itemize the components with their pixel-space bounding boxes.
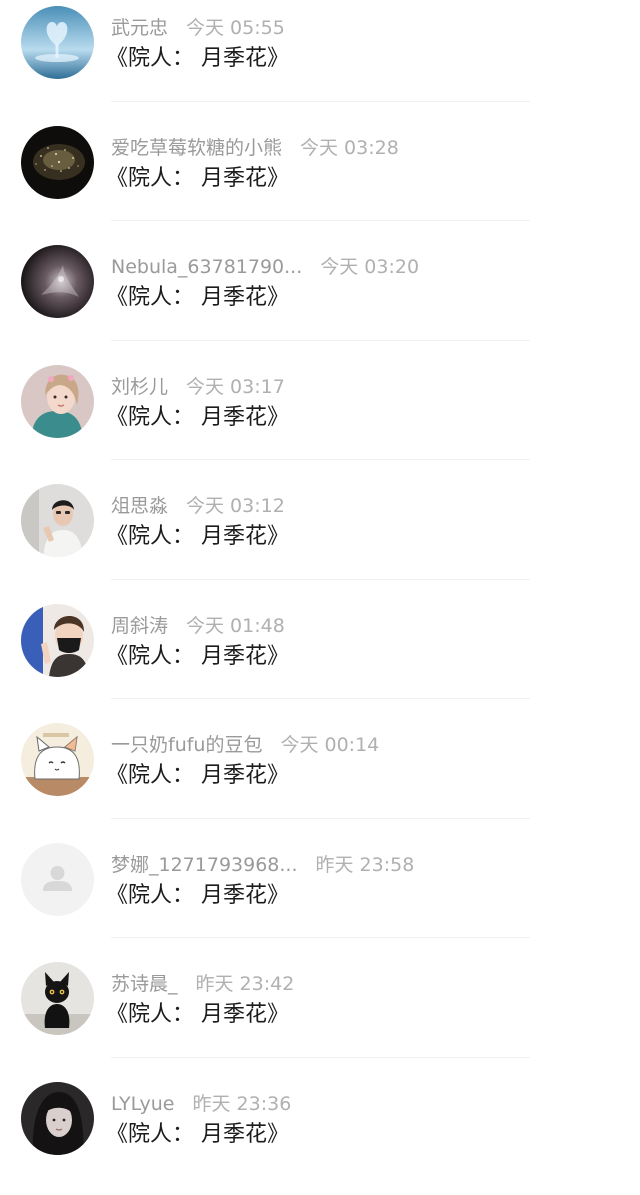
timestamp: 今天 03:20 [320, 256, 419, 278]
comment-item[interactable]: 一只奶fufu的豆包今天 00:14 《院人： 月季花》 [0, 717, 640, 837]
divider [111, 220, 530, 221]
username[interactable]: 刘杉儿 [111, 376, 168, 398]
comment-item[interactable]: 俎思淼今天 03:12 《院人： 月季花》 [0, 478, 640, 598]
username[interactable]: Nebula_63781790... [111, 256, 302, 278]
username[interactable]: 苏诗晨_ [111, 973, 178, 995]
comment-text: 《院人： 月季花》 [106, 881, 289, 911]
default-user-avatar[interactable] [21, 843, 94, 916]
comment-item[interactable]: 爱吃草莓软糖的小熊今天 03:28 《院人： 月季花》 [0, 120, 640, 240]
timestamp: 今天 05:55 [186, 17, 285, 39]
comment-text: 《院人： 月季花》 [106, 1120, 289, 1150]
dark-sparkle-avatar[interactable] [21, 126, 94, 199]
comment-text: 《院人： 月季花》 [106, 403, 289, 433]
comment-item[interactable]: Nebula_63781790... 今天 03:20 《院人： 月季花》 [0, 239, 640, 359]
timestamp: 今天 03:28 [300, 137, 399, 159]
comment-item[interactable]: 武元忠今天 05:55 《院人： 月季花》 [0, 0, 640, 120]
comment-item[interactable]: 周斜涛今天 01:48 《院人： 月季花》 [0, 598, 640, 718]
comment-item[interactable]: 梦娜_1271793968... 昨天 23:58 《院人： 月季花》 [0, 837, 640, 957]
divider [111, 937, 530, 938]
boy-photo-avatar[interactable] [21, 484, 94, 557]
username[interactable]: 俎思淼 [111, 495, 168, 517]
water-heart-avatar[interactable] [21, 6, 94, 79]
divider [111, 340, 530, 341]
divider [111, 1057, 530, 1058]
comment-text: 《院人： 月季花》 [106, 761, 289, 791]
divider [111, 818, 530, 819]
divider [111, 459, 530, 460]
comment-text: 《院人： 月季花》 [106, 164, 289, 194]
username[interactable]: 周斜涛 [111, 615, 168, 637]
comment-text: 《院人： 月季花》 [106, 642, 289, 672]
dark-portrait-avatar[interactable] [21, 1082, 94, 1155]
comment-text: 《院人： 月季花》 [106, 283, 289, 313]
comment-item[interactable]: LYLyue 昨天 23:36 《院人： 月季花》 [0, 1076, 640, 1195]
divider [111, 101, 530, 102]
cartoon-cat-avatar[interactable] [21, 723, 94, 796]
timestamp: 昨天 23:58 [316, 854, 415, 876]
username[interactable]: 爱吃草莓软糖的小熊 [111, 137, 282, 159]
girl-selfie-avatar[interactable] [21, 365, 94, 438]
username[interactable]: 一只奶fufu的豆包 [111, 734, 262, 756]
timestamp: 今天 00:14 [280, 734, 379, 756]
timestamp: 今天 03:12 [186, 495, 285, 517]
comment-item[interactable]: 刘杉儿今天 03:17 《院人： 月季花》 [0, 359, 640, 479]
nebula-avatar[interactable] [21, 245, 94, 318]
black-cat-avatar[interactable] [21, 962, 94, 1035]
comment-text: 《院人： 月季花》 [106, 522, 289, 552]
comment-item[interactable]: 苏诗晨_ 昨天 23:42 《院人： 月季花》 [0, 956, 640, 1076]
username[interactable]: LYLyue [111, 1093, 175, 1115]
divider [111, 698, 530, 699]
divider [111, 579, 530, 580]
comment-text: 《院人： 月季花》 [106, 1000, 289, 1030]
timestamp: 今天 03:17 [186, 376, 285, 398]
masked-person-avatar[interactable] [21, 604, 94, 677]
comment-list: 武元忠今天 05:55 《院人： 月季花》 爱吃草莓软糖的小熊今天 03:28 … [0, 0, 640, 1195]
username[interactable]: 武元忠 [111, 17, 168, 39]
timestamp: 昨天 23:36 [193, 1093, 292, 1115]
username[interactable]: 梦娜_1271793968... [111, 854, 298, 876]
timestamp: 今天 01:48 [186, 615, 285, 637]
comment-text: 《院人： 月季花》 [106, 44, 289, 74]
timestamp: 昨天 23:42 [196, 973, 295, 995]
